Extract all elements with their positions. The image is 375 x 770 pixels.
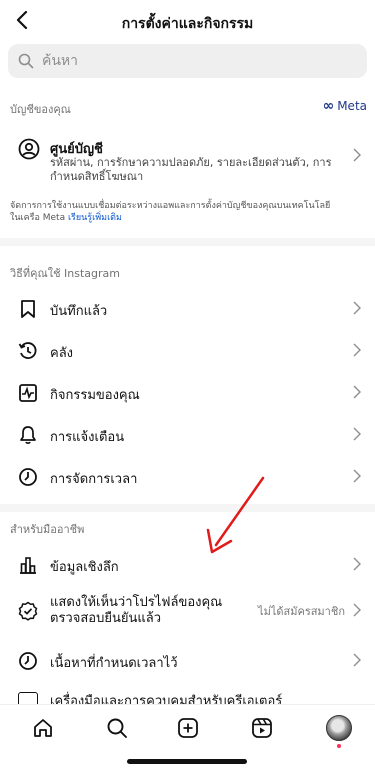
menu-item-scheduled-content[interactable]: เนื้อหาที่กำหนดเวลาไว้ [0,640,375,682]
section-divider [0,238,375,246]
chevron-right-icon [353,301,361,315]
reels-icon [252,718,272,738]
menu-item-label: การแจ้งเตือน [50,430,125,445]
chevron-right-icon [353,343,361,357]
activity-icon [18,383,38,403]
account-circle-icon [18,138,40,164]
menu-item-label: ข้อมูลเชิงลึก [50,560,119,575]
top-bar: การตั้งค่าและกิจกรรม [0,0,375,44]
chevron-right-icon [353,427,361,441]
meta-logo: ∞ Meta [322,98,367,114]
section-label-account: บัญชีของคุณ [10,103,71,116]
menu-item-label: การจัดการเวลา [50,472,138,487]
menu-item-archive[interactable]: คลัง [0,330,375,372]
archive-icon [18,341,38,361]
accounts-center-subtitle: รหัสผ่าน, การรักษาความปลอดภัย, รายละเอีย… [50,156,332,183]
chevron-right-icon [353,148,361,162]
clock-icon [18,467,38,487]
menu-item-creator-tools[interactable]: เครื่องมือและการควบคุมสำหรับครีเอเตอร์ [0,688,375,704]
verified-badge-icon [18,601,38,621]
nav-home[interactable] [30,715,56,741]
chevron-right-icon [353,653,361,667]
accounts-center-item[interactable]: ศูนย์บัญชี รหัสผ่าน, การรักษาความปลอดภัย… [0,132,375,188]
section-label-professionals: สำหรับมืออาชีพ [10,523,85,536]
accounts-note: จัดการการใช้งานแบบเชื่อมต่อระหว่างแอพและ… [10,201,331,223]
menu-item-label: บันทึกแล้ว [50,304,108,319]
search-icon [107,718,127,738]
menu-item-label: แสดงให้เห็นว่าโปรไฟล์ของคุณตรวจสอบยืนยัน… [50,595,223,626]
chevron-right-icon [353,385,361,399]
bookmark-icon [18,299,38,319]
create-icon [178,718,198,738]
tools-icon [18,692,38,704]
bell-icon [18,425,38,445]
search-icon [18,52,36,70]
home-icon [34,719,52,737]
chevron-right-icon [353,603,361,617]
meta-infinity-icon: ∞ [322,98,335,114]
page-title: การตั้งค่าและกิจกรรม [121,16,254,32]
nav-profile[interactable] [326,715,352,748]
chevron-right-icon [353,557,361,571]
nav-create[interactable] [175,715,201,741]
nav-search[interactable] [104,715,130,741]
menu-item-label: เนื้อหาที่กำหนดเวลาไว้ [50,656,178,671]
menu-item-verified[interactable]: แสดงให้เห็นว่าโปรไฟล์ของคุณตรวจสอบยืนยัน… [0,590,375,634]
scheduled-icon [18,651,38,671]
menu-item-label: กิจกรรมของคุณ [50,388,140,403]
nav-reels[interactable] [249,715,275,741]
menu-item-your-activity[interactable]: กิจกรรมของคุณ [0,372,375,414]
subscription-status: ไม่ได้สมัครสมาชิก [258,605,345,618]
bottom-navigation [0,704,375,751]
learn-more-link[interactable]: เรียนรู้เพิ่มเติม [68,213,122,223]
search-input[interactable] [40,52,344,70]
chevron-right-icon [353,469,361,483]
menu-item-saved[interactable]: บันทึกแล้ว [0,288,375,330]
menu-item-label: เครื่องมือและการควบคุมสำหรับครีเอเตอร์ [50,694,283,704]
section-divider [0,504,375,512]
bar-chart-icon [18,555,38,575]
menu-item-notifications[interactable]: การแจ้งเตือน [0,414,375,456]
home-indicator [127,759,247,764]
profile-avatar [326,715,352,748]
section-label-usage: วิธีที่คุณใช้ Instagram [10,267,120,280]
menu-item-time-management[interactable]: การจัดการเวลา [0,456,375,498]
menu-item-insights[interactable]: ข้อมูลเชิงลึก [0,544,375,586]
search-bar[interactable] [8,44,367,78]
menu-item-label: คลัง [50,346,74,361]
